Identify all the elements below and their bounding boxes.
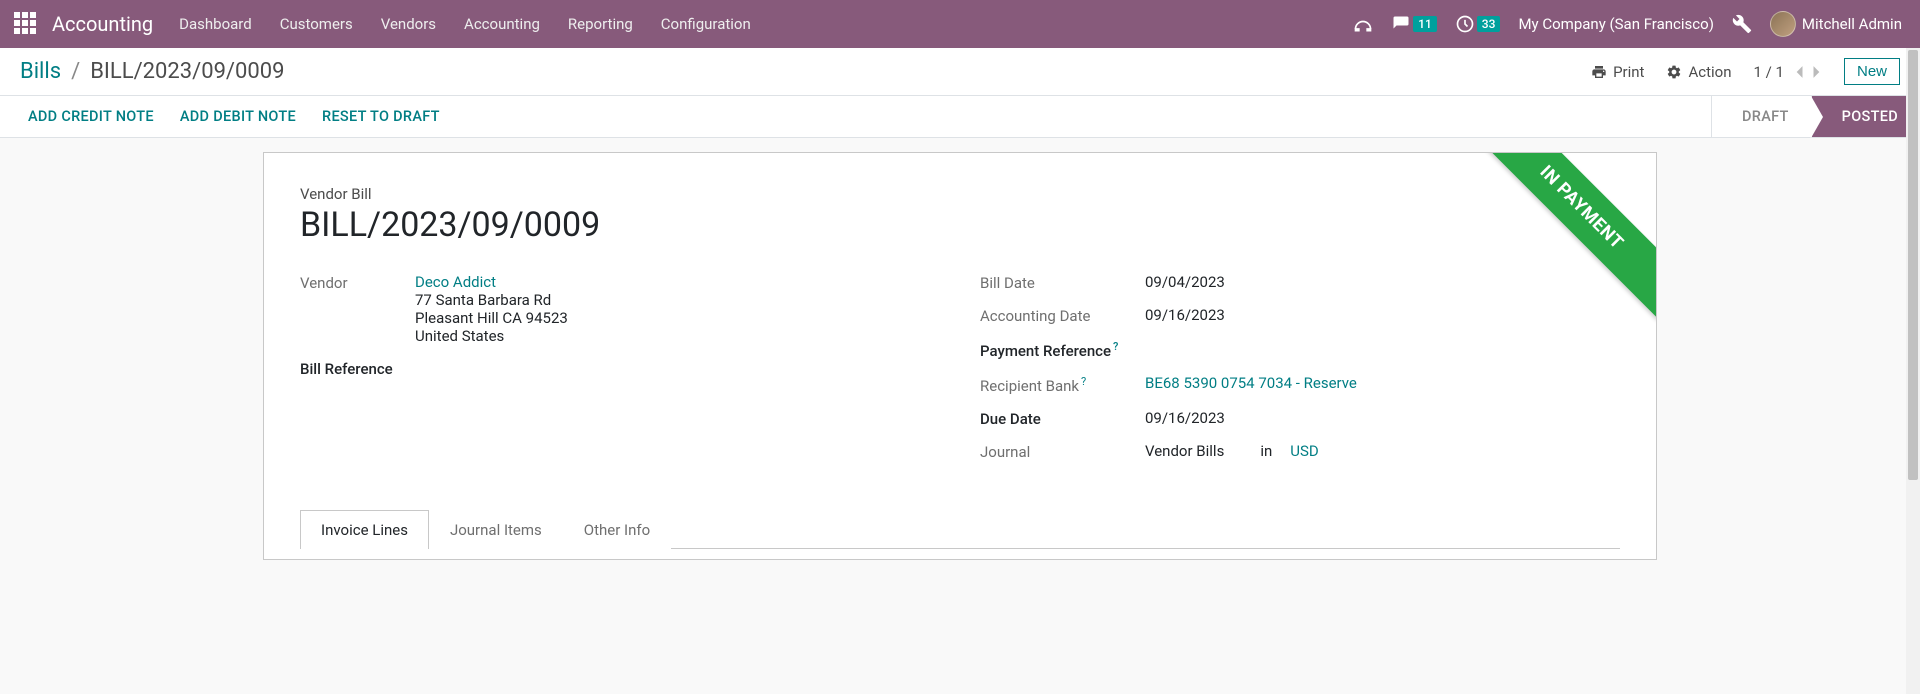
journal-in: in [1260,442,1272,460]
pager-counter[interactable]: 1 / 1 [1753,63,1784,81]
status-posted[interactable]: POSTED [1811,96,1920,137]
nav-customers[interactable]: Customers [280,15,353,33]
breadcrumb: Bills / BILL/2023/09/0009 [20,59,284,84]
acc-date-label: Accounting Date [980,306,1145,325]
nav-dashboard[interactable]: Dashboard [179,15,252,33]
pager-arrows [1794,65,1822,79]
row-bill-ref: Bill Reference [300,359,940,378]
form-tabs: Invoice Lines Journal Items Other Info [300,509,1620,549]
print-icon [1591,64,1607,80]
vendor-addr1: 77 Santa Barbara Rd [415,291,568,309]
form-sheet: IN PAYMENT Vendor Bill BILL/2023/09/0009… [263,152,1657,560]
bank-label: Recipient Bank? [980,374,1145,395]
row-bill-date: Bill Date 09/04/2023 [980,273,1620,292]
help-icon-bank[interactable]: ? [1081,375,1086,388]
chevron-right-icon [1812,65,1822,79]
debug-icon[interactable] [1732,14,1752,34]
due-date-value: 09/16/2023 [1145,409,1225,427]
row-bank: Recipient Bank? BE68 5390 0754 7034 - Re… [980,374,1620,395]
cp-top: Bills / BILL/2023/09/0009 Print Action 1… [0,48,1920,95]
voip-icon[interactable] [1353,14,1373,34]
gear-icon [1666,64,1682,80]
row-pay-ref: Payment Reference? [980,339,1620,360]
vendor-addr3: United States [415,327,568,345]
row-due-date: Due Date 09/16/2023 [980,409,1620,428]
messages-badge: 11 [1413,16,1437,32]
scrollbar[interactable] [1906,48,1920,694]
form-subtitle: Vendor Bill [300,185,1620,203]
acc-date-value: 09/16/2023 [1145,306,1225,324]
messages-icon[interactable]: 11 [1391,15,1437,33]
vendor-link[interactable]: Deco Addict [415,273,496,291]
user-name: Mitchell Admin [1802,15,1902,33]
breadcrumb-sep: / [71,59,80,84]
tab-invoice-lines[interactable]: Invoice Lines [300,510,429,549]
form-col-right: Bill Date 09/04/2023 Accounting Date 09/… [980,273,1620,475]
cp-right: Print Action 1 / 1 New [1591,58,1900,85]
reset-to-draft-button[interactable]: RESET TO DRAFT [322,108,440,125]
user-menu[interactable]: Mitchell Admin [1770,11,1902,37]
tab-other-info[interactable]: Other Info [563,510,671,549]
bank-value: BE68 5390 0754 7034 - Reserve [1145,374,1357,392]
nav-configuration[interactable]: Configuration [661,15,751,33]
row-acc-date: Accounting Date 09/16/2023 [980,306,1620,325]
print-button[interactable]: Print [1591,63,1644,81]
company-switcher[interactable]: My Company (San Francisco) [1518,15,1713,33]
status-draft[interactable]: DRAFT [1711,96,1811,137]
scrollbar-thumb[interactable] [1908,50,1918,480]
pager: 1 / 1 [1753,63,1822,81]
breadcrumb-current: BILL/2023/09/0009 [90,59,284,84]
activities-icon[interactable]: 33 [1455,14,1501,34]
apps-icon[interactable] [14,12,38,36]
help-icon[interactable]: ? [1113,340,1118,353]
new-button[interactable]: New [1844,58,1900,85]
activities-badge: 33 [1477,16,1501,32]
print-label: Print [1613,63,1644,81]
bill-date-label: Bill Date [980,273,1145,292]
pay-ref-label: Payment Reference? [980,339,1145,360]
nav-reporting[interactable]: Reporting [568,15,633,33]
form-col-left: Vendor Deco Addict 77 Santa Barbara Rd P… [300,273,940,475]
nav-vendors[interactable]: Vendors [381,15,436,33]
add-credit-note-button[interactable]: ADD CREDIT NOTE [28,108,154,125]
pager-prev[interactable] [1794,65,1804,79]
navbar-left: Accounting Dashboard Customers Vendors A… [8,12,751,36]
status-bar: ADD CREDIT NOTE ADD DEBIT NOTE RESET TO … [0,96,1920,138]
journal-value: Vendor Bills in USD [1145,442,1319,460]
navbar-right: 11 33 My Company (San Francisco) Mitchel… [1353,11,1912,37]
chevron-left-icon [1794,65,1804,79]
main-navbar: Accounting Dashboard Customers Vendors A… [0,0,1920,48]
row-journal: Journal Vendor Bills in USD [980,442,1620,461]
journal-label: Journal [980,442,1145,461]
bill-ref-label: Bill Reference [300,359,393,378]
due-date-label: Due Date [980,409,1145,428]
status-steps: DRAFT POSTED [1711,96,1920,137]
vendor-label: Vendor [300,273,415,292]
pay-ref-label-text: Payment Reference [980,342,1111,360]
form-container: IN PAYMENT Vendor Bill BILL/2023/09/0009… [0,138,1920,600]
nav-accounting[interactable]: Accounting [464,15,540,33]
status-actions: ADD CREDIT NOTE ADD DEBIT NOTE RESET TO … [0,96,440,137]
action-label: Action [1688,63,1731,81]
form-title: BILL/2023/09/0009 [300,205,1620,245]
bill-date-value: 09/04/2023 [1145,273,1225,291]
journal-currency[interactable]: USD [1290,442,1318,460]
journal-name: Vendor Bills [1145,442,1224,460]
vendor-value: Deco Addict 77 Santa Barbara Rd Pleasant… [415,273,568,345]
vendor-addr2: Pleasant Hill CA 94523 [415,309,568,327]
avatar [1770,11,1796,37]
form-columns: Vendor Deco Addict 77 Santa Barbara Rd P… [300,273,1620,475]
action-button[interactable]: Action [1666,63,1731,81]
row-vendor: Vendor Deco Addict 77 Santa Barbara Rd P… [300,273,940,345]
pager-next[interactable] [1812,65,1822,79]
control-panel: Bills / BILL/2023/09/0009 Print Action 1… [0,48,1920,96]
bank-label-text: Recipient Bank [980,377,1079,395]
cp-buttons: Print Action [1591,63,1731,81]
app-brand[interactable]: Accounting [52,12,153,36]
tab-journal-items[interactable]: Journal Items [429,510,563,549]
breadcrumb-parent[interactable]: Bills [20,59,61,84]
nav-menu: Dashboard Customers Vendors Accounting R… [179,15,751,33]
add-debit-note-button[interactable]: ADD DEBIT NOTE [180,108,296,125]
bank-link[interactable]: BE68 5390 0754 7034 - Reserve [1145,374,1357,392]
